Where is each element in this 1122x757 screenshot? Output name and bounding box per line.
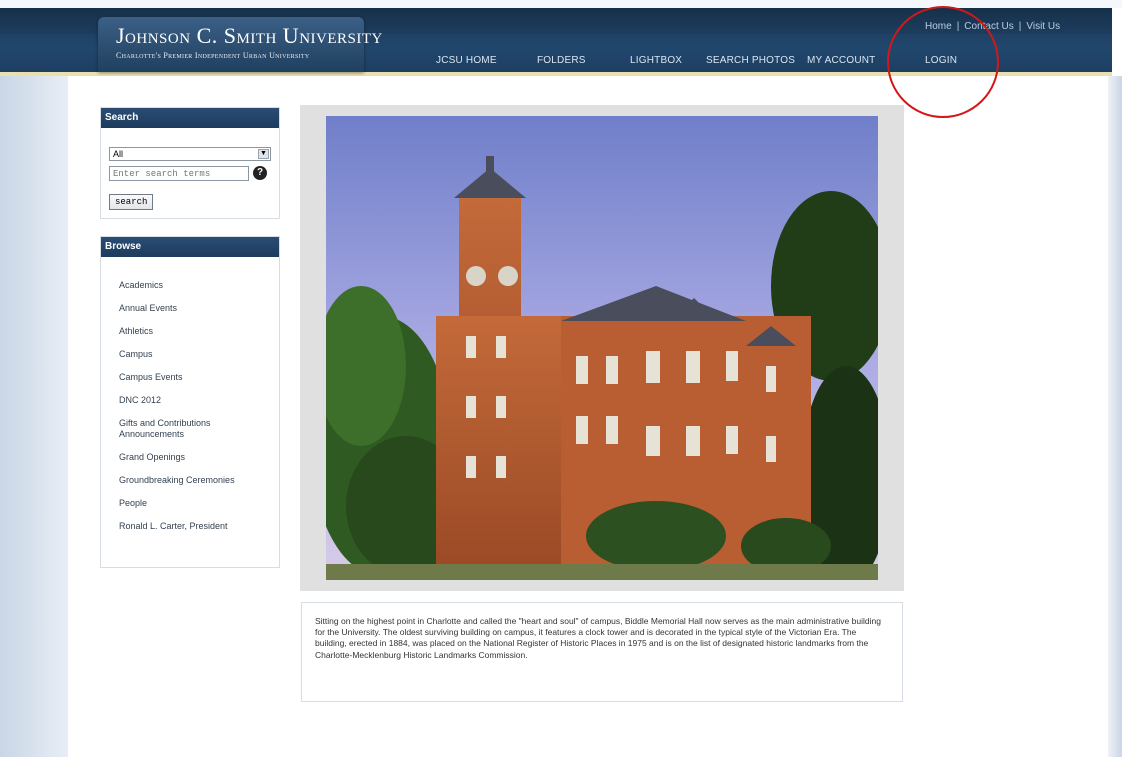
search-input[interactable] bbox=[109, 166, 249, 181]
building-illustration bbox=[326, 116, 878, 580]
caption-box: Sitting on the highest point in Charlott… bbox=[301, 602, 903, 702]
search-panel: Search All ▼ ? search bbox=[100, 107, 280, 219]
browse-item-dnc-2012[interactable]: DNC 2012 bbox=[119, 395, 269, 406]
nav-lightbox[interactable]: LIGHTBOX bbox=[630, 55, 682, 66]
nav-jcsu-home[interactable]: JCSU HOME bbox=[436, 55, 497, 66]
search-scope-select[interactable]: All ▼ bbox=[109, 147, 271, 161]
logo-title: Johnson C. Smith University bbox=[116, 23, 383, 48]
browse-item-annual-events[interactable]: Annual Events bbox=[119, 303, 269, 314]
header-edge bbox=[1112, 8, 1122, 76]
link-separator: | bbox=[1018, 21, 1022, 32]
nav-search-photos[interactable]: SEARCH PHOTOS bbox=[706, 55, 795, 66]
annotation-circle bbox=[887, 6, 999, 118]
right-gutter bbox=[1108, 75, 1122, 757]
browse-item-president[interactable]: Ronald L. Carter, President bbox=[119, 521, 269, 532]
featured-photo[interactable] bbox=[326, 116, 878, 580]
browse-item-campus[interactable]: Campus bbox=[119, 349, 269, 360]
photo-caption: Sitting on the highest point in Charlott… bbox=[315, 616, 881, 660]
visit-us-link[interactable]: Visit Us bbox=[1026, 21, 1060, 32]
search-heading: Search bbox=[101, 108, 279, 128]
browse-list: Academics Annual Events Athletics Campus… bbox=[119, 280, 269, 544]
browse-item-people[interactable]: People bbox=[119, 498, 269, 509]
help-icon[interactable]: ? bbox=[253, 166, 267, 180]
browse-item-groundbreaking[interactable]: Groundbreaking Ceremonies bbox=[119, 475, 269, 486]
left-gutter bbox=[0, 75, 68, 757]
nav-my-account[interactable]: MY ACCOUNT bbox=[807, 55, 876, 66]
browse-item-academics[interactable]: Academics bbox=[119, 280, 269, 291]
search-scope-value: All bbox=[113, 149, 124, 159]
chevron-down-icon[interactable]: ▼ bbox=[258, 149, 269, 159]
browse-item-gifts[interactable]: Gifts and Contributions Announcements bbox=[119, 418, 269, 440]
browse-item-athletics[interactable]: Athletics bbox=[119, 326, 269, 337]
browse-item-campus-events[interactable]: Campus Events bbox=[119, 372, 269, 383]
search-button[interactable]: search bbox=[109, 194, 154, 210]
browse-heading: Browse bbox=[101, 237, 279, 257]
browse-panel: Browse Academics Annual Events Athletics… bbox=[100, 236, 280, 568]
nav-folders[interactable]: FOLDERS bbox=[537, 55, 586, 66]
browse-item-grand-openings[interactable]: Grand Openings bbox=[119, 452, 269, 463]
